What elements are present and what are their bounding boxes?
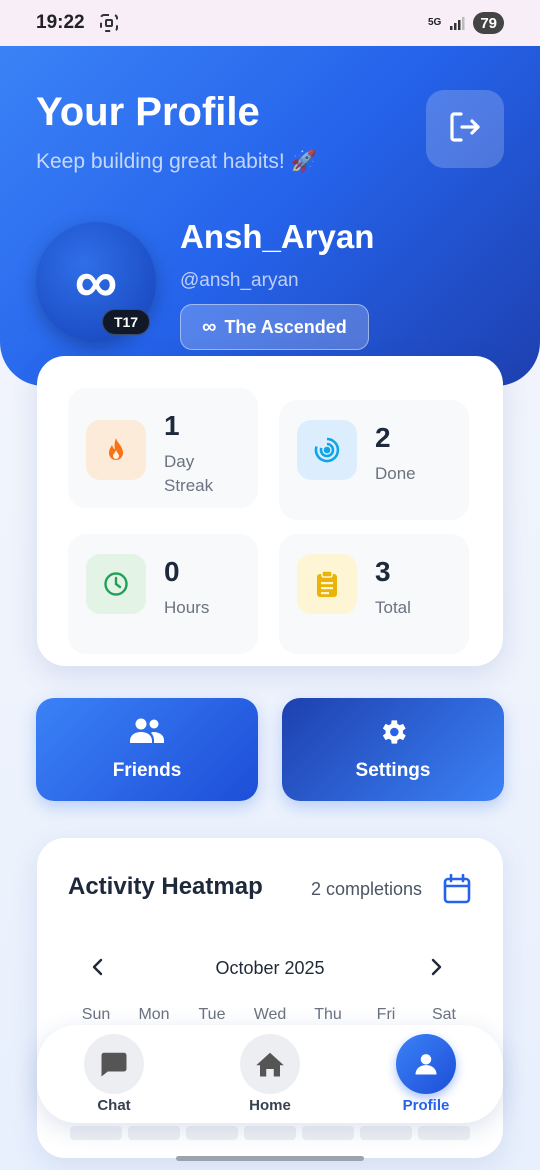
weekday-label: Sun: [81, 1006, 111, 1023]
status-right: 5G 79: [428, 12, 504, 34]
clock-icon: [86, 554, 146, 614]
stats-card: 1 Day Streak 2 Done 0 Hours 3 Total: [37, 356, 503, 666]
stat-value: 3: [375, 556, 391, 587]
weekday-label: Tue: [198, 1006, 226, 1023]
settings-button[interactable]: Settings: [282, 698, 504, 801]
clipboard-icon: [297, 554, 357, 614]
stat-label: Total: [375, 598, 411, 617]
home-indicator[interactable]: [176, 1156, 364, 1161]
heatmap-cell[interactable]: [244, 1126, 296, 1140]
stat-streak: 1 Day Streak: [68, 388, 258, 508]
fire-icon: [86, 420, 146, 480]
nav-label: Profile: [402, 1097, 450, 1114]
chat-icon: [84, 1034, 144, 1094]
friends-label: Friends: [112, 760, 182, 781]
weekday-label: Wed: [253, 1006, 287, 1023]
weekday-label: Fri: [376, 1006, 396, 1023]
chevron-right-icon: [425, 958, 447, 982]
settings-label: Settings: [355, 760, 431, 781]
stat-label: Day: [164, 452, 195, 471]
user-name: Ansh_Aryan: [180, 218, 375, 255]
home-icon: [240, 1034, 300, 1094]
infinity-icon: ∞: [202, 315, 217, 338]
target-icon: [297, 420, 357, 480]
heatmap-cell[interactable]: [360, 1126, 412, 1140]
gear-icon: [282, 716, 504, 748]
logout-button[interactable]: [426, 90, 504, 168]
heatmap-title: Activity Heatmap: [68, 873, 263, 900]
heatmap-count: 2 completions: [311, 879, 423, 899]
logout-icon: [446, 108, 484, 151]
status-bar: 19:22 5G 79: [0, 0, 540, 46]
friends-button[interactable]: Friends: [36, 698, 258, 801]
heatmap-cell[interactable]: [302, 1126, 354, 1140]
nav-label: Chat: [97, 1097, 131, 1114]
nav-item-profile[interactable]: Profile: [366, 1025, 486, 1123]
stat-hours: 0 Hours: [68, 534, 258, 654]
stat-value: 2: [375, 422, 391, 453]
tier-badge: T17: [102, 309, 150, 335]
bottom-nav: Chat Home Profile: [37, 1025, 503, 1123]
user-handle: @ansh_aryan: [180, 270, 299, 291]
weekday-label: Mon: [138, 1006, 170, 1023]
people-icon: [36, 716, 258, 746]
rank-label: The Ascended: [224, 316, 347, 337]
nav-item-chat[interactable]: Chat: [54, 1025, 174, 1123]
weekday-label: Sat: [431, 1006, 456, 1023]
heatmap-cell[interactable]: [418, 1126, 470, 1140]
next-month-button[interactable]: [425, 956, 447, 983]
stat-done: 2 Done: [279, 400, 469, 520]
heatmap-cell[interactable]: [186, 1126, 238, 1140]
avatar-infinity-icon: ∞: [74, 248, 118, 315]
page-title: Your Profile: [36, 90, 260, 134]
battery-indicator: 79: [473, 12, 504, 34]
calendar-icon[interactable]: [443, 873, 471, 909]
status-time: 19:22: [36, 12, 85, 33]
signal-icon: [449, 15, 465, 31]
stat-label: Done: [375, 464, 416, 483]
weekday-label: Thu: [314, 1006, 342, 1023]
screenshot-icon: [99, 13, 119, 33]
network-icon: 5G: [427, 17, 442, 28]
stat-value: 1: [164, 410, 180, 441]
heatmap-cell[interactable]: [128, 1126, 180, 1140]
page-subtitle: Keep building great habits! 🚀: [36, 150, 317, 173]
stat-label: Hours: [164, 598, 210, 617]
nav-item-home[interactable]: Home: [210, 1025, 330, 1123]
nav-label: Home: [249, 1097, 291, 1114]
person-icon: [396, 1034, 456, 1094]
rank-badge[interactable]: ∞ The Ascended: [180, 304, 369, 350]
heatmap-cell[interactable]: [70, 1126, 122, 1140]
stat-total: 3 Total: [279, 534, 469, 654]
stat-value: 0: [164, 556, 180, 587]
stat-label: Streak: [164, 476, 214, 495]
